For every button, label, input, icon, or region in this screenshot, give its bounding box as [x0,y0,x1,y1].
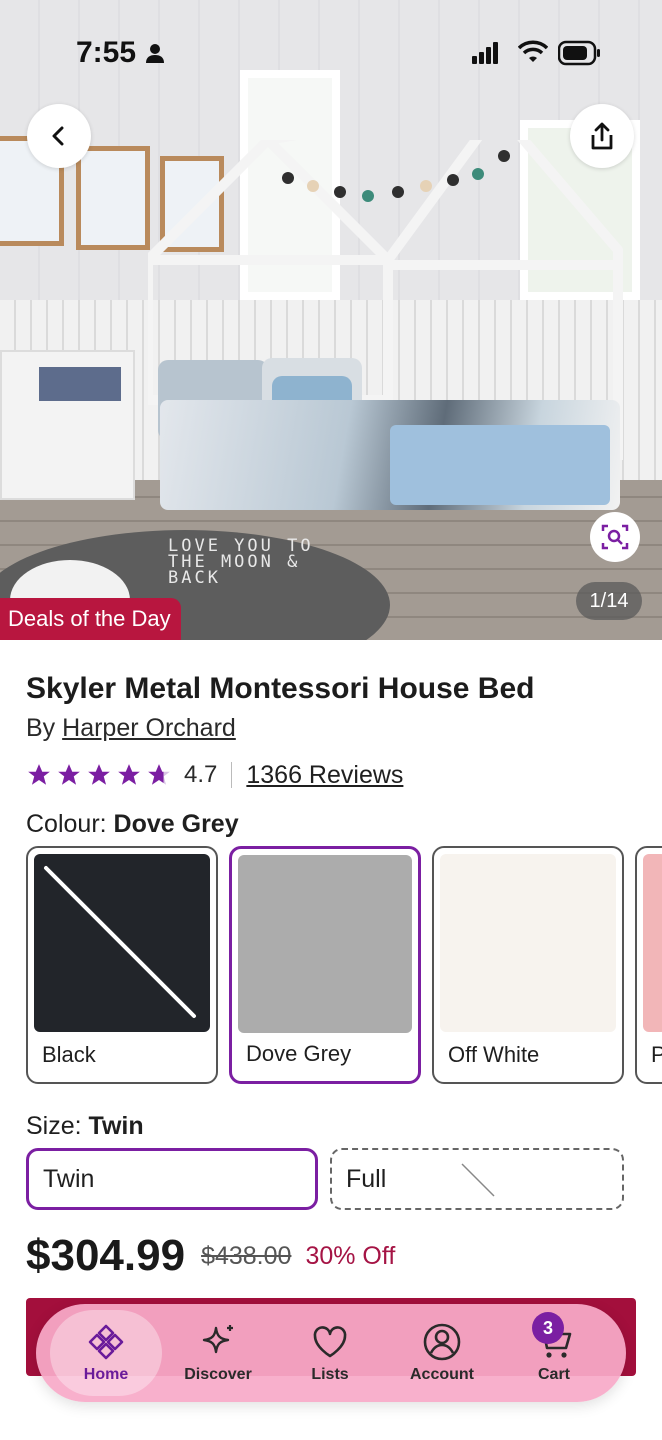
tab-label: Account [410,1366,474,1383]
deal-badge: Deals of the Day [0,598,181,640]
star-icon [28,764,50,785]
tab-discover[interactable]: Discover [162,1310,274,1396]
colour-option-dove-grey[interactable]: Dove Grey [229,846,421,1084]
rating-value: 4.7 [184,761,218,788]
reviews-link[interactable]: 1366 Reviews [246,761,403,790]
colour-swatch [643,854,662,1032]
visual-search-button[interactable] [590,512,640,562]
bed-blanket [390,425,610,505]
rug-text: LOVE YOU TO THE MOON & BACK [168,536,314,588]
star-rating [26,762,172,788]
colour-selected-value: Dove Grey [113,810,239,838]
unavailable-slash-icon [461,1163,495,1197]
brand-line: By Harper Orchard [26,714,236,743]
size-selected-value: Twin [88,1112,144,1140]
status-bar: 7:55 [0,0,662,100]
discount-label: 30% Off [305,1241,396,1270]
person-icon [146,44,164,63]
tab-label: Home [83,1366,129,1383]
colour-option-label: Dove Grey [246,1041,352,1066]
wifi-icon [518,40,548,62]
size-label: Size: Twin [26,1112,144,1141]
product-title: Skyler Metal Montessori House Bed [26,672,535,705]
visual-search-icon [601,524,629,550]
size-option-label: Full [346,1164,387,1193]
cellular-signal-icon [472,42,498,64]
wall-frame [76,146,150,250]
colour-label-prefix: Colour: [26,810,107,838]
tab-account[interactable]: Account [386,1310,498,1396]
colour-option-partial[interactable]: P [635,846,662,1084]
size-option-twin[interactable]: Twin [26,1148,318,1210]
nightstand-drawer [36,364,124,404]
share-icon [591,122,613,150]
colour-swatch [440,854,616,1032]
image-counter: 1/14 [576,582,642,620]
share-button[interactable] [570,104,634,168]
tab-home[interactable]: Home [50,1310,162,1396]
size-option-label: Twin [43,1164,95,1193]
colour-swatch [238,855,412,1033]
heart-icon [313,1326,347,1358]
cart-count-badge: 3 [532,1312,564,1344]
star-icon [58,764,80,785]
current-price: $304.99 [26,1231,186,1280]
star-icon [88,764,110,785]
account-icon [423,1323,461,1361]
chevron-left-icon [52,126,64,146]
tab-lists[interactable]: Lists [274,1310,386,1396]
size-label-prefix: Size: [26,1112,82,1140]
size-option-full[interactable]: Full [330,1148,624,1210]
star-icon [118,764,140,785]
back-button[interactable] [27,104,91,168]
colour-option-black[interactable]: Black [26,846,218,1084]
colour-label: Colour: Dove Grey [26,810,239,839]
colour-option-label: Off White [448,1042,540,1067]
battery-icon [558,40,600,66]
status-time: 7:55 [76,36,137,69]
home-icon [88,1324,124,1360]
brand-link[interactable]: Harper Orchard [62,714,236,742]
by-prefix: By [26,714,56,742]
sparkle-icon [202,1325,233,1354]
rating-divider [231,762,233,788]
tab-label: Lists [311,1366,349,1383]
colour-option-off-white[interactable]: Off White [432,846,624,1084]
colour-swatch [34,854,210,1032]
price-row: $304.99 $438.00 30% Off [26,1226,395,1286]
colour-option-label: Black [42,1042,96,1067]
star-half-icon [148,764,170,785]
rating-row[interactable]: 4.7 1366 Reviews [26,758,403,792]
tab-label: Discover [184,1366,252,1383]
original-price: $438.00 [201,1241,292,1270]
tab-label: Cart [537,1366,570,1383]
unavailable-slash-icon [44,866,196,1018]
colour-option-label: P [651,1042,662,1068]
